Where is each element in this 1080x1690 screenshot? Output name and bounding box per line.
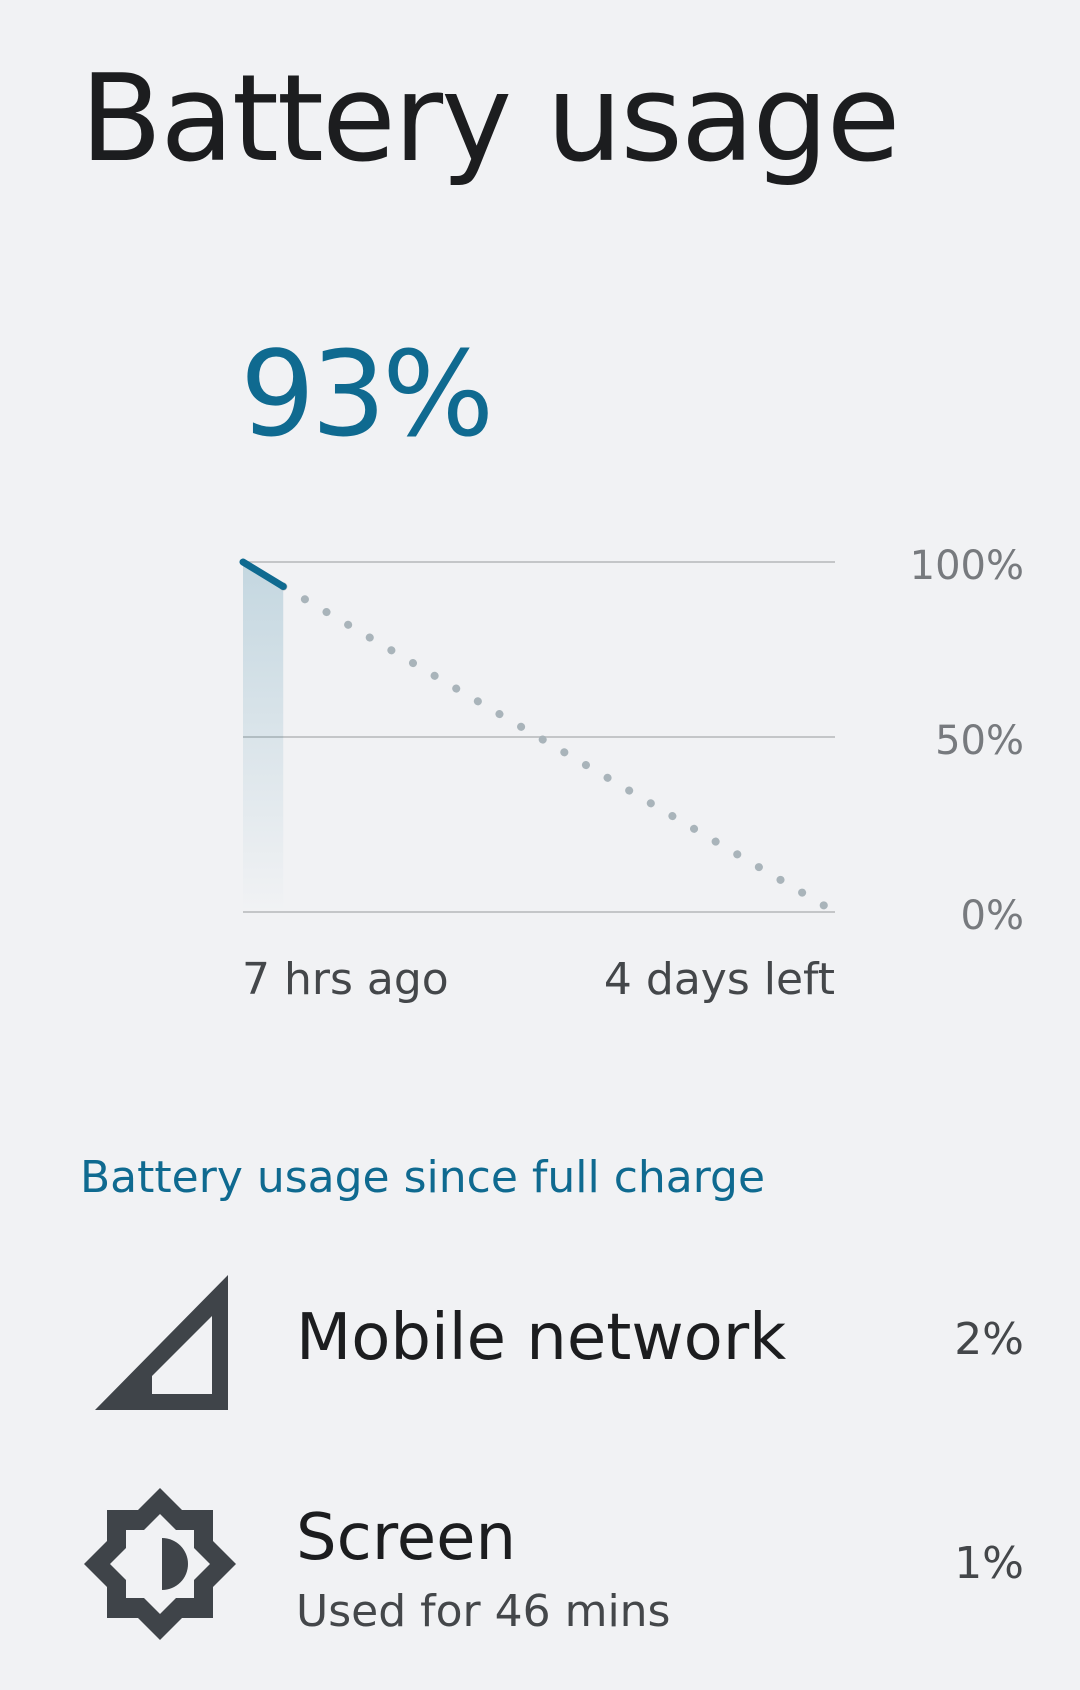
battery-chart (239, 558, 839, 916)
usage-item-percent: 2% (954, 1314, 1024, 1365)
y-tick-0: 0% (960, 893, 1024, 939)
usage-item-name: Screen (296, 1501, 517, 1575)
x-label-end: 4 days left (603, 954, 835, 1005)
usage-item-subtitle: Used for 46 mins (296, 1586, 671, 1637)
history-area (243, 562, 284, 912)
brightness-icon (84, 1488, 236, 1640)
usage-item-name: Mobile network (296, 1301, 787, 1375)
y-tick-50: 50% (935, 718, 1024, 764)
prediction-line (279, 582, 839, 916)
usage-item-screen[interactable]: Screen Used for 46 mins 1% (0, 1470, 1080, 1660)
x-label-start: 7 hrs ago (242, 954, 449, 1005)
usage-item-mobile-network[interactable]: Mobile network 2% (0, 1250, 1080, 1430)
section-header-usage: Battery usage since full charge (80, 1152, 766, 1203)
y-tick-100: 100% (909, 543, 1024, 589)
usage-item-percent: 1% (954, 1538, 1024, 1589)
cell-signal-icon (95, 1275, 228, 1410)
